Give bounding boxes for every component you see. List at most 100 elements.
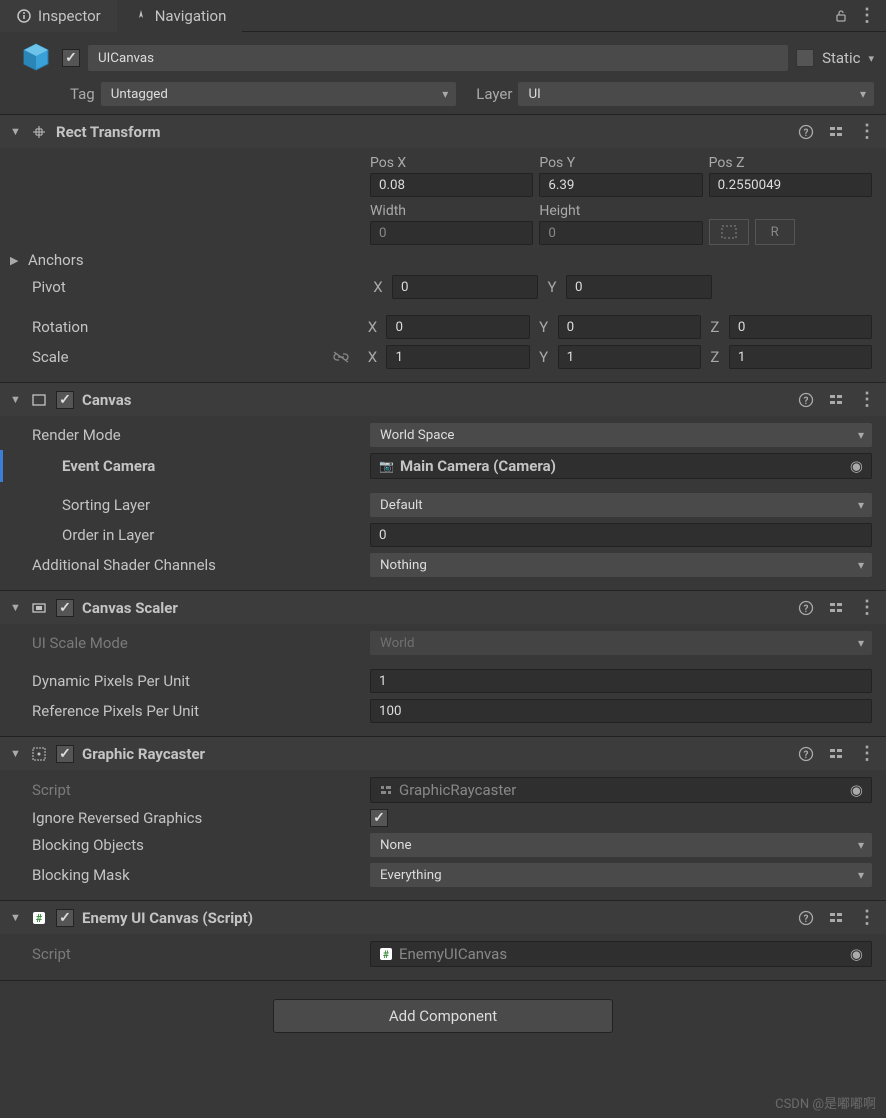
foldout-icon[interactable]: ▼ — [10, 747, 22, 760]
section-enemy-ui-canvas: ▼ # Enemy UI Canvas (Script) ? ⋮ Script … — [0, 900, 886, 980]
dppu-label: Dynamic Pixels Per Unit — [14, 672, 364, 690]
sclz-field[interactable] — [729, 345, 872, 369]
foldout-icon[interactable]: ▼ — [10, 601, 22, 614]
scale-mode-dropdown: World — [370, 631, 872, 655]
object-picker-icon[interactable]: ◉ — [850, 457, 863, 475]
foldout-icon[interactable]: ▼ — [10, 393, 22, 406]
roty-field[interactable] — [558, 315, 701, 339]
rotz-field[interactable] — [729, 315, 872, 339]
dppu-field[interactable] — [370, 669, 872, 693]
help-icon[interactable]: ? — [798, 392, 814, 408]
section-title: Canvas Scaler — [82, 599, 790, 617]
more-icon[interactable]: ⋮ — [858, 597, 876, 618]
order-field[interactable] — [370, 523, 872, 547]
lock-icon[interactable] — [834, 9, 848, 23]
csharp-script-icon: # — [30, 909, 48, 927]
addchan-label: Additional Shader Channels — [14, 556, 364, 574]
posy-label: Pos Y — [539, 155, 702, 173]
static-checkbox[interactable] — [796, 49, 814, 67]
more-icon[interactable]: ⋮ — [858, 389, 876, 410]
rppu-field[interactable] — [370, 699, 872, 723]
ignore-label: Ignore Reversed Graphics — [14, 809, 364, 827]
scly-field[interactable] — [558, 345, 701, 369]
rotx-field[interactable] — [386, 315, 529, 339]
pivoty-field[interactable] — [566, 275, 712, 299]
object-picker-icon[interactable]: ◉ — [850, 945, 863, 963]
section-graphic-raycaster: ▼ Graphic Raycaster ? ⋮ Script GraphicRa… — [0, 736, 886, 900]
help-icon[interactable]: ? — [798, 600, 814, 616]
tab-navigation[interactable]: Navigation — [117, 0, 243, 32]
help-icon[interactable]: ? — [798, 124, 814, 140]
script-icon — [379, 783, 393, 797]
canvas-scaler-icon — [30, 599, 48, 617]
order-label: Order in Layer — [14, 526, 364, 544]
preset-icon[interactable] — [828, 910, 844, 926]
cube-icon[interactable] — [18, 40, 54, 76]
more-icon[interactable]: ⋮ — [858, 743, 876, 764]
addchan-dropdown[interactable]: Nothing — [370, 553, 872, 577]
foldout-icon[interactable]: ▼ — [10, 911, 22, 924]
section-title: Graphic Raycaster — [82, 745, 790, 763]
gameobject-active-checkbox[interactable] — [62, 49, 80, 67]
anchors-foldout-icon[interactable]: ▶ — [10, 254, 22, 267]
raw-edit-button[interactable]: R — [755, 219, 795, 245]
static-dropdown-icon[interactable]: ▾ — [868, 52, 874, 65]
blueprint-mode-button[interactable] — [709, 219, 749, 245]
rect-transform-icon — [30, 123, 48, 141]
pivot-label: Pivot — [14, 278, 364, 296]
sorting-layer-dropdown[interactable]: Default — [370, 493, 872, 517]
section-title: Enemy UI Canvas (Script) — [82, 909, 790, 927]
help-icon[interactable]: ? — [798, 746, 814, 762]
sclx-field[interactable] — [386, 345, 529, 369]
event-camera-field[interactable]: 📷 Main Camera (Camera) ◉ — [370, 453, 872, 479]
tag-label: Tag — [70, 85, 95, 103]
more-icon[interactable]: ⋮ — [858, 121, 876, 142]
foldout-icon[interactable]: ▼ — [10, 125, 22, 138]
sorting-layer-label: Sorting Layer — [14, 496, 364, 514]
svg-text:?: ? — [804, 128, 809, 139]
tab-inspector-label: Inspector — [38, 7, 101, 25]
layer-dropdown[interactable]: UI — [518, 82, 874, 106]
tab-bar: Inspector Navigation ⋮ — [0, 0, 886, 32]
component-enabled-checkbox[interactable] — [56, 909, 74, 927]
rotation-label: Rotation — [14, 318, 358, 336]
object-picker-icon[interactable]: ◉ — [850, 781, 863, 799]
gameobject-name-field[interactable] — [88, 45, 788, 71]
section-rect-transform: ▼ Rect Transform ? ⋮ Pos X Pos Y Pos Z W… — [0, 114, 886, 382]
posx-field[interactable] — [370, 173, 533, 197]
blocking-objects-label: Blocking Objects — [14, 836, 364, 854]
preset-icon[interactable] — [828, 746, 844, 762]
component-enabled-checkbox[interactable] — [56, 599, 74, 617]
raycaster-icon — [30, 745, 48, 763]
preset-icon[interactable] — [828, 392, 844, 408]
section-canvas-scaler: ▼ Canvas Scaler ? ⋮ UI Scale Mode World … — [0, 590, 886, 736]
render-mode-dropdown[interactable]: World Space — [370, 423, 872, 447]
canvas-icon — [30, 391, 48, 409]
tag-dropdown[interactable]: Untagged — [101, 82, 457, 106]
ignore-reversed-checkbox[interactable] — [370, 809, 388, 827]
constrain-proportions-icon[interactable] — [332, 350, 350, 364]
blocking-objects-dropdown[interactable]: None — [370, 833, 872, 857]
pivotx-field[interactable] — [392, 275, 538, 299]
preset-icon[interactable] — [828, 600, 844, 616]
tab-navigation-label: Navigation — [155, 7, 227, 25]
section-canvas: ▼ Canvas ? ⋮ Render Mode World Space Eve… — [0, 382, 886, 590]
anchors-label: Anchors — [24, 251, 374, 269]
height-field[interactable] — [539, 221, 702, 245]
more-icon[interactable]: ⋮ — [858, 907, 876, 928]
tab-menu-icon[interactable]: ⋮ — [858, 5, 876, 26]
script-label: Script — [14, 945, 364, 963]
svg-text:?: ? — [804, 396, 809, 407]
scale-mode-label: UI Scale Mode — [14, 634, 364, 652]
component-enabled-checkbox[interactable] — [56, 391, 74, 409]
tab-inspector[interactable]: Inspector — [0, 0, 117, 32]
help-icon[interactable]: ? — [798, 910, 814, 926]
posy-field[interactable] — [539, 173, 702, 197]
script-icon: # — [379, 947, 393, 961]
blocking-mask-dropdown[interactable]: Everything — [370, 863, 872, 887]
preset-icon[interactable] — [828, 124, 844, 140]
add-component-button[interactable]: Add Component — [273, 999, 613, 1033]
width-field[interactable] — [370, 221, 533, 245]
component-enabled-checkbox[interactable] — [56, 745, 74, 763]
posz-field[interactable] — [709, 173, 872, 197]
